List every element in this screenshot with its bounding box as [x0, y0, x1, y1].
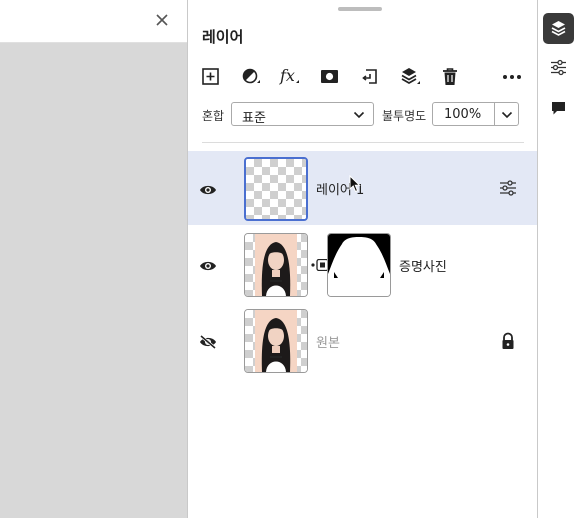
- add-mask-button[interactable]: [319, 66, 341, 88]
- eye-icon[interactable]: [199, 258, 217, 272]
- add-layer-button[interactable]: [200, 66, 222, 88]
- layer-thumbnail[interactable]: [244, 309, 308, 373]
- layer-name[interactable]: 증명사진: [399, 256, 447, 275]
- canvas-area: [0, 0, 188, 518]
- opacity-value: 100%: [444, 107, 482, 122]
- mask-icon: [321, 70, 338, 83]
- eye-icon[interactable]: [199, 182, 217, 196]
- layer-row-id-photo[interactable]: 증명사진: [188, 228, 537, 302]
- portrait-image: [255, 234, 297, 296]
- panel-drag-handle[interactable]: [338, 7, 382, 11]
- sliders-icon: [551, 59, 566, 76]
- portrait-image: [255, 310, 297, 372]
- close-icon[interactable]: [153, 11, 171, 29]
- half-circle-icon: [242, 68, 260, 84]
- blend-mode-select[interactable]: 표준: [231, 102, 374, 126]
- layer-thumbnail[interactable]: [244, 157, 308, 221]
- lock-icon[interactable]: [499, 332, 517, 350]
- layer-mask-thumbnail[interactable]: [327, 233, 391, 297]
- comments-tab[interactable]: [543, 93, 574, 124]
- layers-panel-tab[interactable]: [543, 13, 574, 44]
- layer-stack-button[interactable]: [399, 66, 421, 88]
- plus-square-icon: [202, 68, 219, 85]
- layer-name[interactable]: 원본: [316, 332, 340, 351]
- right-tool-strip: [537, 0, 578, 518]
- adjustment-layer-button[interactable]: [240, 66, 262, 88]
- fx-button[interactable]: fx: [279, 66, 301, 88]
- canvas-top-bar: [0, 0, 187, 43]
- delete-layer-button[interactable]: [439, 66, 461, 88]
- layer-thumbnail[interactable]: [244, 233, 308, 297]
- eye-off-icon[interactable]: [199, 334, 217, 350]
- layers-stack-icon: [401, 68, 420, 84]
- blend-opacity-row: 혼합 표준 불투명도 100%: [188, 102, 537, 126]
- opacity-dropdown-button[interactable]: [494, 102, 519, 126]
- opacity-input[interactable]: 100%: [432, 102, 495, 126]
- clip-icon: [362, 69, 377, 84]
- chevron-down-icon: [353, 111, 365, 119]
- layers-toolbar: fx: [188, 66, 537, 90]
- divider: [202, 142, 524, 143]
- mouse-cursor-icon: [349, 175, 361, 193]
- fx-icon: fx: [279, 66, 299, 85]
- comment-icon: [552, 102, 565, 115]
- panel-title: 레이어: [202, 28, 244, 46]
- more-icon: [503, 75, 521, 79]
- blend-mode-value: 표준: [242, 111, 266, 126]
- opacity-label: 불투명도: [382, 109, 427, 123]
- clipping-mask-button[interactable]: [359, 66, 381, 88]
- layers-panel: 레이어 fx 혼합 표준 불투명도 100% 레이어 1 증명사진 원본: [188, 0, 537, 518]
- layer-row-layer1[interactable]: 레이어 1: [188, 151, 537, 225]
- trash-icon: [443, 68, 457, 85]
- layers-icon: [551, 21, 566, 36]
- blend-mode-label: 혼합: [202, 109, 225, 123]
- adjustments-tab[interactable]: [543, 52, 574, 83]
- svg-text:fx: fx: [279, 66, 295, 85]
- layer-row-original[interactable]: 원본: [188, 304, 537, 378]
- chevron-down-icon: [501, 111, 513, 119]
- more-options-button[interactable]: [501, 66, 523, 88]
- layer-properties-icon[interactable]: [499, 179, 517, 197]
